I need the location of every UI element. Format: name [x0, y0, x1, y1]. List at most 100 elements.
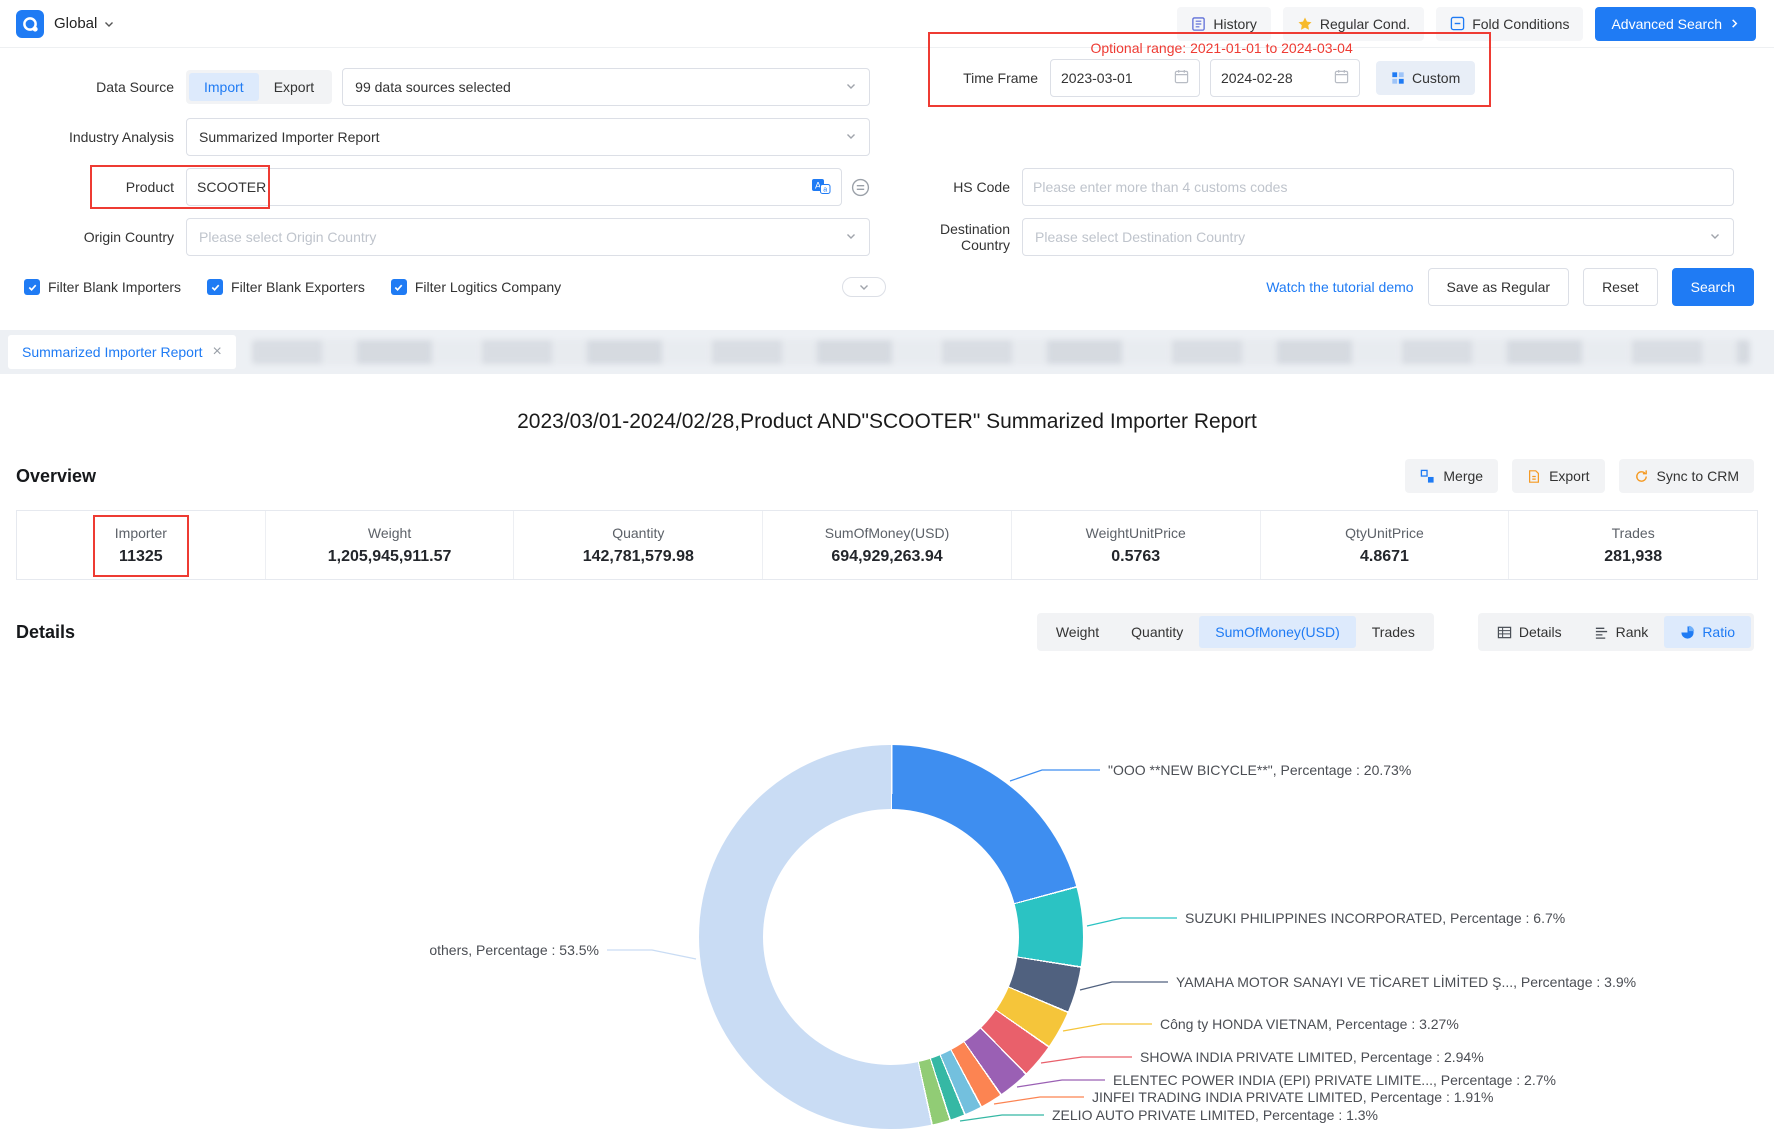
search-form: Data Source Import Export 99 data source… — [0, 48, 1774, 330]
tutorial-link[interactable]: Watch the tutorial demo — [1266, 279, 1413, 295]
destination-country-select[interactable]: Please select Destination Country — [1022, 218, 1734, 256]
stat-label: Trades — [1612, 525, 1655, 541]
form-right-column: Optional range: 2021-01-01 to 2024-03-04… — [900, 62, 1774, 312]
calendar-icon[interactable] — [1174, 69, 1189, 87]
details-heading: Details — [16, 622, 75, 643]
checkbox-checked-icon — [391, 279, 407, 295]
advanced-search-button[interactable]: Advanced Search — [1595, 7, 1756, 41]
data-sources-value: 99 data sources selected — [355, 79, 845, 95]
collapse-form-button[interactable] — [842, 277, 886, 297]
date-from-input[interactable] — [1061, 70, 1174, 86]
time-frame-row: Optional range: 2021-01-01 to 2024-03-04… — [900, 62, 1754, 112]
stat-label: QtyUnitPrice — [1345, 525, 1424, 541]
merge-button[interactable]: Merge — [1405, 459, 1498, 493]
filter-logistics-company-label: Filter Logitics Company — [415, 279, 561, 295]
hs-code-input-wrap — [1022, 168, 1734, 206]
time-frame-label: Time Frame — [938, 70, 1038, 86]
filter-logistics-company-checkbox[interactable]: Filter Logitics Company — [391, 279, 561, 295]
table-icon — [1497, 625, 1512, 640]
import-tab[interactable]: Import — [189, 73, 259, 101]
region-selector-label[interactable]: Global — [54, 15, 97, 32]
stat-label: SumOfMoney(USD) — [825, 525, 949, 541]
svg-text:a: a — [823, 186, 827, 193]
view-tab-ratio[interactable]: Ratio — [1664, 616, 1751, 648]
close-icon[interactable]: × — [213, 344, 222, 360]
destination-country-label: Destination Country — [900, 221, 1010, 253]
slice-label-honda: Công ty HONDA VIETNAM, Percentage : 3.27… — [1160, 1016, 1459, 1032]
fold-icon — [1450, 16, 1465, 31]
hs-code-input[interactable] — [1033, 179, 1723, 195]
save-as-regular-button[interactable]: Save as Regular — [1428, 268, 1570, 306]
product-row: Product Aa — [24, 162, 900, 212]
app-logo[interactable] — [16, 10, 44, 38]
hs-code-row: HS Code — [900, 162, 1754, 212]
export-button[interactable]: Export — [1512, 459, 1604, 493]
blurred-region — [252, 340, 1750, 364]
ratio-pie-chart: "OOO **NEW BICYCLE**", Percentage : 20.7… — [0, 674, 1774, 1137]
checkbox-checked-icon — [207, 279, 223, 295]
product-input-wrap: Aa — [186, 168, 842, 206]
report-title: 2023/03/01-2024/02/28,Product AND"SCOOTE… — [0, 410, 1774, 434]
stat-sum-of-money: SumOfMoney(USD) 694,929,263.94 — [763, 511, 1012, 579]
data-sources-select[interactable]: 99 data sources selected — [342, 68, 870, 106]
slice-label-jinfei: JINFEI TRADING INDIA PRIVATE LIMITED, Pe… — [1092, 1089, 1493, 1105]
checkbox-checked-icon — [24, 279, 40, 295]
filter-blank-exporters-checkbox[interactable]: Filter Blank Exporters — [207, 279, 365, 295]
industry-analysis-row: Industry Analysis Summarized Importer Re… — [24, 112, 900, 162]
calendar-icon[interactable] — [1334, 69, 1349, 87]
star-icon — [1297, 16, 1313, 32]
overview-stats-card: Importer 11325 Weight 1,205,945,911.57 Q… — [16, 510, 1758, 580]
slice-label-suzuki: SUZUKI PHILIPPINES INCORPORATED, Percent… — [1185, 910, 1565, 926]
sync-to-crm-button[interactable]: Sync to CRM — [1619, 459, 1754, 493]
slice-label-elentec: ELENTEC POWER INDIA (EPI) PRIVATE LIMITE… — [1113, 1072, 1556, 1088]
chevron-down-icon — [858, 281, 870, 293]
slice-label-ooo-new-bicycle: "OOO **NEW BICYCLE**", Percentage : 20.7… — [1108, 762, 1411, 778]
view-tab-rank[interactable]: Rank — [1578, 616, 1665, 648]
stat-value: 281,938 — [1604, 548, 1662, 566]
top-bar: Global History Regular Cond. Fold Condit… — [0, 0, 1774, 48]
custom-range-button[interactable]: Custom — [1376, 61, 1475, 95]
spacer-row — [900, 112, 1754, 162]
product-input[interactable] — [197, 179, 811, 195]
metric-tab-weight[interactable]: Weight — [1040, 616, 1115, 648]
industry-analysis-select[interactable]: Summarized Importer Report — [186, 118, 870, 156]
leader-lines — [0, 674, 1774, 1137]
slice-label-others: others, Percentage : 53.5% — [429, 942, 599, 958]
reset-button[interactable]: Reset — [1583, 268, 1658, 306]
pie-icon — [1680, 625, 1695, 640]
stat-qty-unit-price: QtyUnitPrice 4.8671 — [1261, 511, 1510, 579]
history-label: History — [1213, 16, 1257, 32]
industry-analysis-value: Summarized Importer Report — [199, 129, 845, 145]
stat-value: 0.5763 — [1111, 548, 1160, 566]
filter-blank-importers-checkbox[interactable]: Filter Blank Importers — [24, 279, 181, 295]
tab-label: Summarized Importer Report — [22, 344, 203, 360]
rank-icon — [1594, 625, 1609, 640]
view-tab-details[interactable]: Details — [1481, 616, 1578, 648]
chevron-down-icon[interactable] — [103, 18, 115, 30]
tab-summarized-importer-report[interactable]: Summarized Importer Report × — [8, 335, 236, 369]
export-label: Export — [1549, 468, 1589, 484]
date-to-input[interactable] — [1221, 70, 1334, 86]
export-tab[interactable]: Export — [259, 73, 329, 101]
metric-tab-sum-of-money[interactable]: SumOfMoney(USD) — [1199, 616, 1355, 648]
overview-header-row: Overview Merge Export Sync to CRM — [16, 456, 1754, 496]
translate-icon[interactable]: Aa — [811, 176, 831, 199]
view-tab-details-label: Details — [1519, 624, 1562, 640]
search-button[interactable]: Search — [1672, 268, 1754, 306]
sync-to-crm-label: Sync to CRM — [1657, 468, 1739, 484]
stat-value: 694,929,263.94 — [831, 548, 942, 566]
filter-blank-exporters-label: Filter Blank Exporters — [231, 279, 365, 295]
form-left-column: Data Source Import Export 99 data source… — [24, 62, 900, 312]
advanced-search-label: Advanced Search — [1611, 16, 1722, 32]
data-source-row: Data Source Import Export 99 data source… — [24, 62, 900, 112]
stat-label: WeightUnitPrice — [1086, 525, 1186, 541]
fold-conditions-label: Fold Conditions — [1472, 16, 1569, 32]
origin-country-select[interactable]: Please select Origin Country — [186, 218, 870, 256]
grid-icon — [1391, 71, 1405, 85]
origin-country-row: Origin Country Please select Origin Coun… — [24, 212, 900, 262]
match-mode-icon[interactable] — [851, 178, 870, 197]
optional-range-note: Optional range: 2021-01-01 to 2024-03-04 — [938, 37, 1475, 59]
metric-tab-quantity[interactable]: Quantity — [1115, 616, 1199, 648]
metric-tab-trades[interactable]: Trades — [1356, 616, 1431, 648]
chevron-down-icon — [845, 229, 857, 245]
